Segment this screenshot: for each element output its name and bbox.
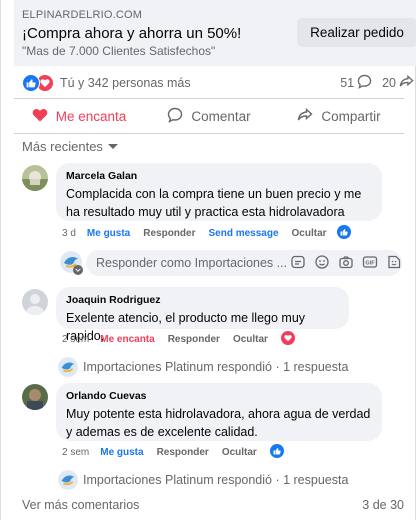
comment-text: Complacida con la compra tiene un buen p… [66, 187, 362, 219]
reactions-summary[interactable]: Tú y 342 personas más [22, 74, 191, 92]
sticker-smile-icon[interactable] [386, 254, 402, 275]
divider [14, 133, 404, 134]
hide-link[interactable]: Ocultar [292, 228, 327, 239]
camera-icon[interactable] [338, 254, 354, 275]
sticker-icon[interactable] [290, 254, 306, 275]
composer-icons: GIF [290, 254, 402, 275]
like-link[interactable]: Me gusta [100, 447, 143, 458]
reply-link[interactable]: Responder [157, 447, 209, 458]
send-message-link[interactable]: Send message [208, 228, 278, 239]
shares-count-value: 20 [382, 76, 396, 90]
emoji-icon[interactable] [314, 254, 330, 275]
ad-domain: ELPINARDELRIO.COM [22, 9, 143, 21]
chevron-down-icon[interactable] [73, 265, 83, 275]
share-arrow-icon [399, 74, 414, 92]
avatar[interactable] [22, 165, 48, 191]
hide-link[interactable]: Ocultar [222, 447, 257, 458]
comment-author[interactable]: Joaquin Rodriguez [66, 294, 339, 306]
comment-sort-dropdown[interactable]: Más recientes [22, 139, 118, 154]
ad-link-card[interactable]: ELPINARDELRIO.COM ¡Compra ahora y ahorra… [14, 0, 416, 66]
comment-time[interactable]: 3 d [62, 228, 76, 239]
shares-count[interactable]: 20 [382, 74, 414, 92]
reply-link[interactable]: Responder [143, 228, 195, 239]
view-more-comments-link[interactable]: Ver más comentarios [22, 498, 139, 512]
comment-bubble-icon [357, 74, 372, 92]
page-avatar [58, 470, 78, 490]
share-button-label: Compartir [321, 108, 381, 124]
like-reaction-icon [22, 74, 40, 92]
reply-input[interactable]: Responder como Importaciones ... GIF [86, 250, 402, 276]
comment-button[interactable]: Comentar [144, 102, 274, 130]
comment-icon [167, 107, 183, 126]
comment-bubble: Joaquin Rodriguez Exelente atencio, el p… [56, 287, 349, 343]
comment-actions: 3 d Me gusta Responder Send message Ocul… [62, 228, 340, 239]
comment-bubble: Marcela Galan Complacida con la compra t… [56, 163, 382, 221]
reply-summary: Importaciones Platinum respondió · 1 res… [83, 473, 349, 487]
reply-placeholder: Responder como Importaciones ... [96, 256, 288, 270]
avatar[interactable] [22, 384, 48, 410]
gif-icon[interactable]: GIF [362, 254, 378, 275]
ad-subtitle: "Mas de 7.000 Clientes Satisfechos" [22, 44, 216, 58]
reply-link[interactable]: Responder [168, 334, 220, 345]
love-button[interactable]: Me encanta [14, 102, 144, 130]
chevron-down-icon [107, 144, 118, 149]
sort-label: Más recientes [22, 139, 103, 154]
comments-count[interactable]: 51 [340, 74, 372, 92]
comment-actions: 2 sem Me gusta Responder Ocultar [62, 447, 270, 458]
comment-actions: 2 sem Me encanta Responder Ocultar [62, 334, 281, 345]
reply-summary: Importaciones Platinum respondió · 1 res… [83, 360, 349, 374]
reactions-text: Tú y 342 personas más [60, 76, 191, 90]
ad-title[interactable]: ¡Compra ahora y ahorra un 50%! [22, 25, 241, 42]
hide-link[interactable]: Ocultar [233, 334, 268, 345]
share-button[interactable]: Compartir [274, 102, 404, 130]
comment-page-count: 3 de 30 [362, 498, 404, 512]
like-link[interactable]: Me gusta [87, 228, 130, 239]
comment-bubble: Orlando Cuevas Muy potente esta hidrolav… [56, 383, 382, 441]
view-replies-link[interactable]: Importaciones Platinum respondió · 1 res… [58, 470, 348, 490]
love-button-label: Me encanta [55, 108, 127, 124]
comment-author[interactable]: Marcela Galan [66, 170, 372, 182]
comments-count-value: 51 [340, 76, 355, 90]
divider [14, 98, 404, 99]
order-button[interactable]: Realizar pedido [297, 18, 416, 47]
love-link[interactable]: Me encanta [100, 334, 154, 345]
heart-icon [32, 107, 48, 126]
like-reaction-badge-icon[interactable] [270, 444, 284, 458]
like-reaction-badge-icon[interactable] [337, 225, 351, 239]
comment-author[interactable]: Orlando Cuevas [66, 390, 372, 402]
engagement-counts: 51 20 [330, 74, 414, 92]
comment-button-label: Comentar [191, 108, 251, 124]
comment-text: Muy potente esta hidrolavadora, ahora ag… [66, 407, 371, 439]
love-reaction-badge-icon[interactable] [281, 331, 295, 345]
page-avatar [58, 357, 78, 377]
comment-time[interactable]: 2 sem [62, 447, 89, 458]
comment-time[interactable]: 2 sem [62, 334, 89, 345]
share-icon [297, 107, 313, 126]
view-replies-link[interactable]: Importaciones Platinum respondió · 1 res… [58, 357, 348, 377]
action-bar: Me encanta Comentar Compartir [14, 102, 404, 130]
svg-text:GIF: GIF [365, 261, 375, 267]
avatar[interactable] [22, 289, 48, 315]
